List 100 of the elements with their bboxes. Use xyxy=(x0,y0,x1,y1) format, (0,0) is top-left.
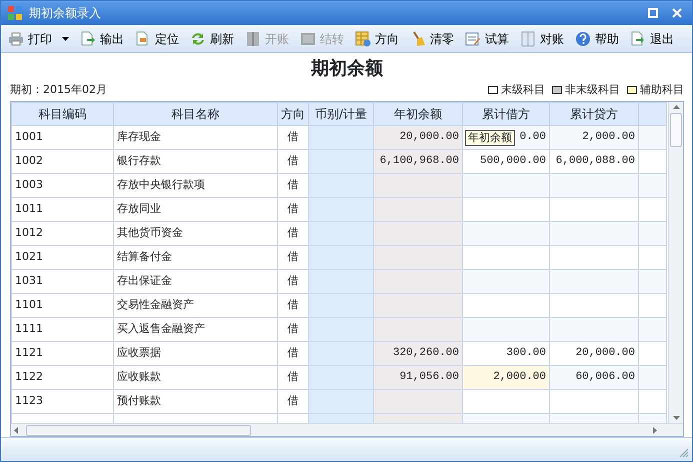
table-cell[interactable]: 1122 xyxy=(12,366,114,390)
table-cell[interactable] xyxy=(374,318,462,342)
table-cell[interactable] xyxy=(308,318,374,342)
table-cell[interactable]: 买入返售金融资产 xyxy=(114,318,278,342)
window-title: 期初余额录入 xyxy=(29,5,101,22)
table-cell[interactable] xyxy=(308,174,374,198)
table-cell[interactable] xyxy=(374,222,462,246)
book-icon xyxy=(520,30,536,46)
table-cell[interactable]: 1021 xyxy=(12,246,114,270)
table-cell[interactable] xyxy=(374,246,462,270)
table-cell[interactable] xyxy=(550,174,638,198)
table-cell[interactable] xyxy=(462,318,550,342)
scroll-right-icon[interactable] xyxy=(653,426,657,434)
table-cell[interactable]: 存放同业 xyxy=(114,198,278,222)
table-cell[interactable]: 1002 xyxy=(12,150,114,174)
table-cell[interactable] xyxy=(308,294,374,318)
column-header: 科目编码 xyxy=(12,102,114,126)
table-cell[interactable]: 320,260.00 xyxy=(374,342,462,366)
table-cell[interactable] xyxy=(308,150,374,174)
scroll-left-icon[interactable] xyxy=(14,426,18,434)
table-cell[interactable]: 91,056.00 xyxy=(374,366,462,390)
table-cell[interactable]: 交易性金融资产 xyxy=(114,294,278,318)
close-icon xyxy=(672,8,682,18)
table-cell[interactable] xyxy=(638,126,666,150)
printer-icon xyxy=(8,30,24,46)
toolbar-button[interactable]: 清零 xyxy=(405,26,459,50)
table-cell[interactable] xyxy=(374,174,462,198)
table-cell[interactable]: 2,000.00 xyxy=(462,366,550,390)
scroll-thumb[interactable] xyxy=(670,113,682,147)
table-cell[interactable] xyxy=(308,270,374,294)
panel-icon xyxy=(300,30,316,46)
table-cell[interactable] xyxy=(638,366,666,390)
horizontal-scrollbar[interactable] xyxy=(11,423,683,436)
table-cell[interactable]: 1012 xyxy=(12,222,114,246)
maximize-icon xyxy=(648,8,658,18)
table-cell[interactable] xyxy=(638,270,666,294)
table-cell[interactable] xyxy=(550,318,638,342)
table-cell[interactable]: 存放中央银行款项 xyxy=(114,174,278,198)
table-cell[interactable]: 1031 xyxy=(12,270,114,294)
table-cell[interactable] xyxy=(638,174,666,198)
table-cell[interactable] xyxy=(308,198,374,222)
table-cell[interactable]: 结算备付金 xyxy=(114,246,278,270)
column-header: 累计借方 xyxy=(462,102,550,126)
table-cell[interactable]: 存出保证金 xyxy=(114,270,278,294)
table-cell[interactable] xyxy=(374,198,462,222)
table-cell[interactable] xyxy=(550,270,638,294)
legend-label: 辅助科目 xyxy=(640,82,684,98)
table-cell[interactable] xyxy=(308,222,374,246)
table-cell[interactable] xyxy=(638,222,666,246)
toolbar-button[interactable]: 打印 xyxy=(3,26,74,50)
scroll-up-icon[interactable] xyxy=(672,105,680,109)
toolbar-button[interactable]: 定位 xyxy=(130,26,184,50)
caret-icon[interactable] xyxy=(62,36,69,40)
app-icon xyxy=(7,5,23,21)
table-cell[interactable]: 应收账款 xyxy=(114,366,278,390)
scroll-thumb[interactable] xyxy=(26,424,251,436)
table-cell[interactable]: 1101 xyxy=(12,294,114,318)
exit-icon xyxy=(630,30,646,46)
scroll-down-icon[interactable] xyxy=(672,416,680,420)
table-cell[interactable] xyxy=(308,390,374,414)
toolbar-button[interactable]: 退出 xyxy=(625,26,679,50)
table-cell[interactable] xyxy=(374,270,462,294)
toolbar-button[interactable]: 输出 xyxy=(75,26,129,50)
table-cell[interactable] xyxy=(308,126,374,150)
toolbar-button[interactable]: 帮助 xyxy=(570,26,624,50)
toolbar-button[interactable]: 刷新 xyxy=(185,26,239,50)
table-cell[interactable] xyxy=(462,174,550,198)
toolbar-button[interactable]: 试算 xyxy=(460,26,514,50)
table-cell[interactable] xyxy=(374,294,462,318)
resize-grip-icon[interactable] xyxy=(679,448,689,458)
table-cell[interactable]: 6,100,968.00 xyxy=(374,150,462,174)
table-cell[interactable]: 库存现金 xyxy=(114,126,278,150)
table-cell[interactable]: 1121 xyxy=(12,342,114,366)
table-cell[interactable] xyxy=(462,270,550,294)
table-cell[interactable] xyxy=(462,222,550,246)
table-cell[interactable] xyxy=(308,366,374,390)
vertical-scrollbar[interactable] xyxy=(668,102,683,423)
table-cell[interactable]: 1011 xyxy=(12,198,114,222)
table-cell[interactable]: 1003 xyxy=(12,174,114,198)
table-cell[interactable] xyxy=(638,318,666,342)
column-header: 科目名称 xyxy=(114,102,278,126)
table-cell[interactable]: 应收票据 xyxy=(114,342,278,366)
table-cell[interactable]: 20,000.00 xyxy=(374,126,462,150)
toolbar-button[interactable]: 方向 xyxy=(350,26,404,50)
table-cell[interactable]: 银行存款 xyxy=(114,150,278,174)
table-cell[interactable]: 1111 xyxy=(12,318,114,342)
table-cell[interactable]: 60,006.00 xyxy=(550,366,638,390)
table-cell[interactable] xyxy=(308,246,374,270)
report-title: 期初余额 xyxy=(310,57,384,81)
table-cell[interactable] xyxy=(374,390,462,414)
table-cell[interactable]: 1001 xyxy=(12,126,114,150)
table-cell[interactable]: 1123 xyxy=(12,390,114,414)
book-icon xyxy=(245,30,261,46)
legend-label: 末级科目 xyxy=(501,82,545,98)
table-cell[interactable] xyxy=(550,222,638,246)
toolbar-button[interactable]: 对账 xyxy=(515,26,569,50)
table-cell[interactable]: 2,000.00 xyxy=(550,126,638,150)
table-cell[interactable]: 预付账款 xyxy=(114,390,278,414)
table-cell[interactable]: 其他货币资金 xyxy=(114,222,278,246)
table-cell[interactable] xyxy=(308,342,374,366)
